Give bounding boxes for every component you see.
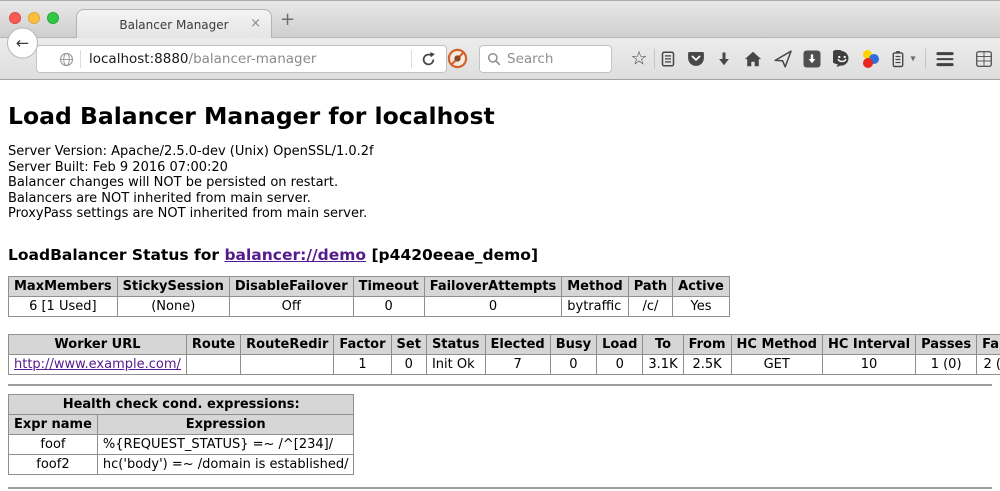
url-host: localhost:8880	[89, 51, 189, 67]
bottom-divider	[8, 487, 992, 489]
browser-tab[interactable]: Balancer Manager ×	[76, 9, 272, 39]
tiles-grid-icon[interactable]	[976, 51, 993, 68]
search-bar[interactable]	[479, 45, 612, 73]
home-icon[interactable]	[744, 51, 762, 68]
table-header-row: Expr name Expression	[9, 414, 354, 434]
balancer-status-heading: LoadBalancer Status for balancer://demo …	[8, 246, 992, 264]
reload-button[interactable]	[420, 51, 437, 68]
url-text: localhost:8880/balancer-manager	[89, 51, 316, 67]
worker-status-table: Worker URL Route RouteRedir Factor Set S…	[8, 334, 1000, 375]
bookmark-star-icon[interactable]: ☆	[630, 50, 647, 69]
server-info: Server Version: Apache/2.5.0-dev (Unix) …	[8, 144, 992, 222]
search-input[interactable]	[507, 51, 597, 67]
table-header-row: Worker URL Route RouteRedir Factor Set S…	[9, 334, 1000, 354]
back-arrow-icon: ←	[16, 34, 29, 53]
search-icon	[487, 52, 501, 66]
table-title-row: Health check cond. expressions:	[9, 394, 354, 414]
proxypass-note-line: ProxyPass settings are NOT inherited fro…	[8, 206, 992, 222]
worker-url-link[interactable]: http://www.example.com/	[14, 357, 181, 372]
expr-name: foof2	[9, 454, 98, 474]
new-tab-button[interactable]: +	[280, 9, 295, 30]
page-content: Load Balancer Manager for localhost Serv…	[0, 80, 1000, 490]
section-divider	[8, 384, 992, 386]
table-row: foof %{REQUEST_STATUS} =~ /^[234]/	[9, 434, 354, 454]
url-path: /balancer-manager	[189, 51, 317, 67]
balancer-demo-link[interactable]: balancer://demo	[224, 246, 366, 264]
urlbar-divider-2	[411, 50, 412, 68]
toolbar-separator-2	[925, 49, 926, 69]
server-version-line: Server Version: Apache/2.5.0-dev (Unix) …	[8, 144, 992, 160]
pocket-icon[interactable]	[687, 51, 705, 68]
server-built-line: Server Built: Feb 9 2016 07:00:20	[8, 160, 992, 176]
table-header-row: MaxMembers StickySession DisableFailover…	[9, 276, 730, 296]
health-table-title: Health check cond. expressions:	[9, 394, 354, 414]
tab-title: Balancer Manager	[119, 18, 228, 32]
table-row: http://www.example.com/ 1 0 Init Ok 7 0 …	[9, 354, 1000, 374]
send-tab-icon[interactable]	[774, 50, 792, 68]
page-title: Load Balancer Manager for localhost	[8, 102, 992, 130]
nav-toolbar: ← localhost:8880/balancer-manager	[0, 38, 1000, 80]
battery-icon[interactable]	[892, 51, 905, 68]
content-blocker-icon[interactable]	[447, 48, 468, 69]
persist-note-line: Balancer changes will NOT be persisted o…	[8, 175, 992, 191]
table-row: foof2 hc('body') =~ /domain is establish…	[9, 454, 354, 474]
extension-colored-dots-icon[interactable]	[861, 50, 879, 68]
health-check-expressions-table: Health check cond. expressions: Expr nam…	[8, 394, 354, 475]
balancer-settings-table: MaxMembers StickySession DisableFailover…	[8, 276, 730, 317]
titlebar: Balancer Manager × +	[0, 0, 1000, 38]
tab-close-icon[interactable]: ×	[250, 16, 261, 31]
urlbar-divider	[80, 50, 81, 68]
chevron-down-icon[interactable]: ▾	[910, 54, 915, 65]
inherit-note-line: Balancers are NOT inherited from main se…	[8, 191, 992, 207]
expr-value: %{REQUEST_STATUS} =~ /^[234]/	[97, 434, 354, 454]
browser-window: Balancer Manager × + ← localhost:8880/ba…	[0, 0, 1000, 491]
toolbar-separator	[654, 49, 655, 69]
reading-list-icon[interactable]	[660, 51, 676, 68]
downloads-icon[interactable]	[717, 51, 732, 67]
globe-icon	[59, 52, 74, 67]
close-window-button[interactable]	[9, 12, 21, 24]
expr-name: foof	[9, 434, 98, 454]
traffic-lights	[9, 12, 59, 24]
feedback-smiley-icon[interactable]	[833, 50, 851, 68]
zoom-window-button[interactable]	[47, 12, 59, 24]
menu-hamburger-icon[interactable]	[937, 52, 954, 66]
expr-value: hc('body') =~ /domain is established/	[97, 454, 354, 474]
download-manager-icon[interactable]	[804, 51, 821, 68]
minimize-window-button[interactable]	[28, 12, 40, 24]
table-row: 6 [1 Used] (None) Off 0 0 bytraffic /c/ …	[9, 296, 730, 316]
back-button[interactable]: ←	[7, 28, 38, 59]
url-bar[interactable]: localhost:8880/balancer-manager	[36, 45, 447, 73]
